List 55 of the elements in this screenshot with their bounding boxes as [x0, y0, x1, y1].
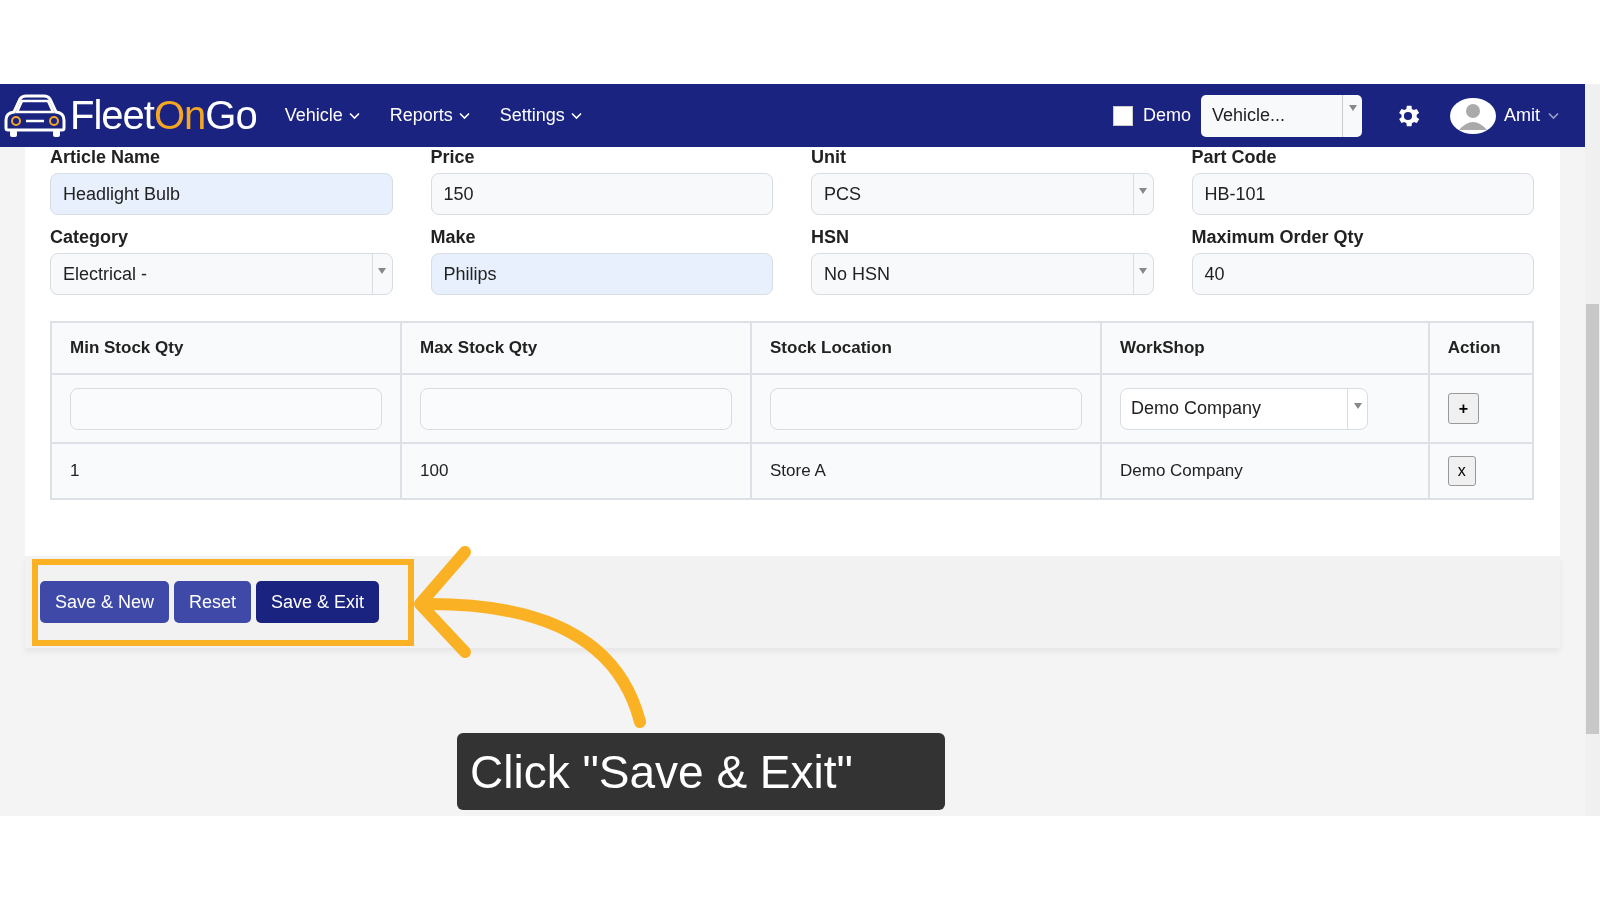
dropdown-arrow-icon	[1353, 402, 1362, 409]
input-field[interactable]: Headlight Bulb	[50, 173, 393, 215]
select-field[interactable]: No HSN	[811, 253, 1154, 295]
delete-button[interactable]: x	[1447, 456, 1476, 486]
table-cell: 100	[420, 461, 449, 480]
select-field[interactable]: PCS	[811, 173, 1154, 215]
chevron-down-icon	[1548, 111, 1559, 120]
column-header: Action	[1428, 322, 1533, 374]
table-cell: Demo Company	[1120, 461, 1243, 480]
field-label: Make	[430, 227, 477, 247]
field-label: HSN	[811, 227, 850, 247]
input-field[interactable]	[770, 387, 1082, 430]
input-field[interactable]	[70, 387, 382, 430]
chevron-down-icon	[570, 111, 582, 120]
table-cell: 1	[70, 461, 80, 480]
user-menu[interactable]: Amit	[1450, 97, 1559, 134]
input-field[interactable]: 40	[1191, 253, 1534, 295]
chevron-down-icon	[458, 111, 470, 120]
demo-label: Demo	[1143, 105, 1191, 126]
dropdown-arrow-icon	[378, 268, 386, 274]
dropdown-arrow-icon	[1348, 104, 1357, 111]
input-field[interactable]: 150	[430, 173, 773, 215]
column-header: Min Stock Qty	[51, 322, 401, 374]
input-field[interactable]	[420, 387, 732, 430]
dropdown-arrow-icon	[1139, 268, 1147, 274]
vehicle-select[interactable]: Vehicle...	[1201, 94, 1362, 137]
nav-menu[interactable]: Vehicle	[284, 105, 360, 126]
scrollbar-thumb[interactable]	[1586, 304, 1599, 734]
car-logo-icon	[4, 93, 66, 138]
instruction-callout: Click "Save & Exit"	[457, 733, 945, 810]
form-button[interactable]: Save & New	[40, 581, 170, 623]
field-label: Price	[430, 147, 476, 167]
table-cell: Store A	[770, 461, 826, 480]
logo-text: FleetOnGo	[70, 93, 257, 138]
select-field[interactable]: Electrical -	[50, 253, 393, 295]
column-header: Max Stock Qty	[401, 322, 751, 374]
dropdown-arrow-icon	[1139, 188, 1147, 194]
column-header: WorkShop	[1101, 322, 1429, 374]
nav-menu[interactable]: Settings	[499, 105, 582, 126]
input-field[interactable]: HB-101	[1191, 173, 1534, 215]
select-field[interactable]: Demo Company	[1120, 387, 1368, 430]
add-button[interactable]: +	[1447, 393, 1479, 424]
field-label: Article Name	[50, 147, 162, 167]
field-label: Category	[50, 227, 130, 247]
demo-checkbox[interactable]	[1113, 105, 1133, 126]
form-button[interactable]: Reset	[174, 581, 252, 623]
field-label: Unit	[811, 147, 847, 167]
form-button[interactable]: Save & Exit	[256, 581, 380, 623]
avatar-icon	[1450, 97, 1496, 134]
column-header: Stock Location	[751, 322, 1101, 374]
input-field[interactable]: Philips	[430, 253, 773, 295]
field-label: Part Code	[1191, 147, 1278, 167]
nav-menu[interactable]: Reports	[389, 105, 470, 126]
chevron-down-icon	[348, 111, 360, 120]
field-label: Maximum Order Qty	[1191, 227, 1365, 247]
